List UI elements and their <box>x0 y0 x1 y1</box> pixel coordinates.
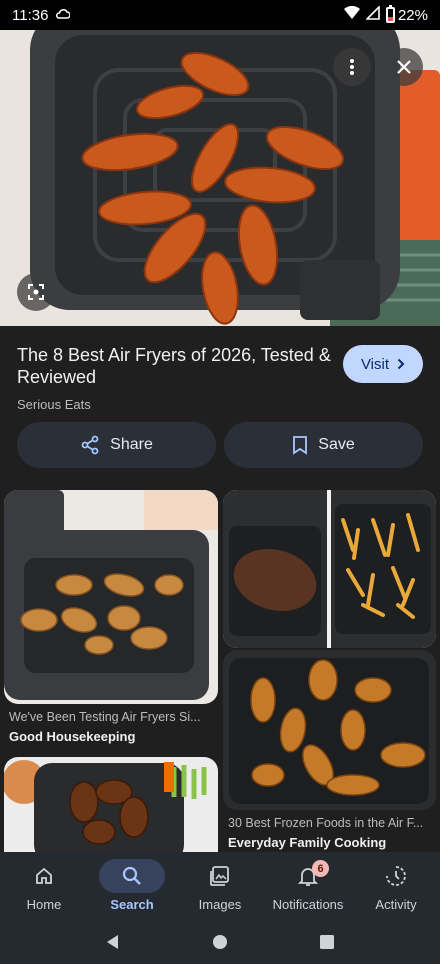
nav-images[interactable]: Images <box>176 852 264 924</box>
nav-search-label: Search <box>110 897 154 912</box>
nav-activity-label: Activity <box>375 897 417 912</box>
nav-search[interactable]: Search <box>88 852 176 924</box>
share-label: Share <box>110 436 153 453</box>
home-icon <box>11 859 77 893</box>
status-bar: 11:36 22% <box>0 0 440 30</box>
nav-activity[interactable]: Activity <box>352 852 440 924</box>
cell-signal-icon <box>365 5 380 24</box>
share-button[interactable]: Share <box>17 422 216 468</box>
nav-images-label: Images <box>198 897 242 912</box>
close-icon <box>397 60 411 74</box>
share-icon <box>81 435 99 455</box>
wifi-icon <box>343 5 360 24</box>
save-label: Save <box>318 436 355 453</box>
nav-notifications[interactable]: 6 Notifications <box>264 852 352 924</box>
nav-home[interactable]: Home <box>0 852 88 924</box>
visit-button[interactable]: Visit <box>343 345 423 383</box>
bookmark-icon <box>293 436 308 455</box>
close-button[interactable] <box>385 48 423 86</box>
battery-percent: 22% <box>397 6 428 24</box>
notification-badge: 6 <box>312 860 329 877</box>
back-icon[interactable] <box>105 934 121 955</box>
battery-icon <box>385 5 395 23</box>
bell-icon <box>275 859 341 893</box>
lens-search-button[interactable] <box>17 273 55 311</box>
related-image-2[interactable] <box>223 490 436 648</box>
home-circle-icon[interactable] <box>212 934 228 955</box>
images-icon <box>187 859 253 893</box>
nav-notifications-label: Notifications <box>272 897 344 912</box>
related-source-2: Everyday Family Cooking <box>228 835 387 850</box>
system-navigation-bar <box>0 924 440 964</box>
visit-label: Visit <box>360 355 390 373</box>
lens-icon <box>28 284 44 300</box>
status-time: 11:36 <box>12 6 49 24</box>
chevron-right-icon <box>397 358 405 370</box>
recents-icon[interactable] <box>319 934 335 955</box>
related-image-4[interactable] <box>4 757 218 852</box>
save-button[interactable]: Save <box>224 422 423 468</box>
related-caption-1[interactable]: We've Been Testing Air Fryers Si... <box>9 710 214 724</box>
related-image-1[interactable] <box>4 490 218 704</box>
bottom-navigation: Home Search Images 6 Notifications Activ… <box>0 852 440 924</box>
result-source: Serious Eats <box>17 397 91 412</box>
cloud-icon <box>56 8 72 23</box>
search-icon <box>99 859 165 893</box>
related-image-3[interactable] <box>223 650 436 810</box>
related-caption-2[interactable]: 30 Best Frozen Foods in the Air F... <box>228 816 436 830</box>
result-title[interactable]: The 8 Best Air Fryers of 2026, Tested & … <box>17 344 335 388</box>
related-source-1: Good Housekeeping <box>9 729 136 744</box>
nav-home-label: Home <box>26 897 62 912</box>
hero-image[interactable] <box>0 30 440 326</box>
activity-icon <box>363 859 429 893</box>
more-options-button[interactable] <box>333 48 371 86</box>
